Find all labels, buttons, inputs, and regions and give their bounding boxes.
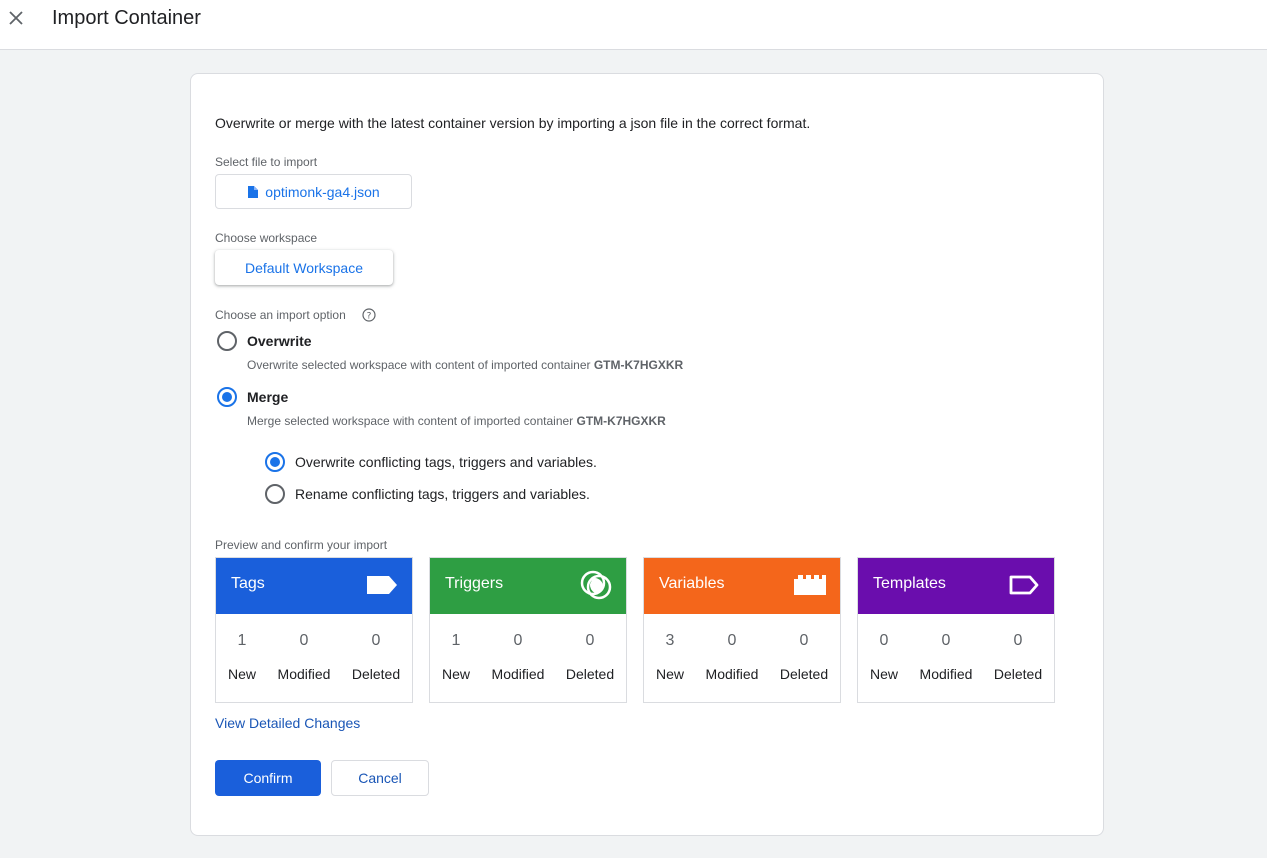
page-title: Import Container (52, 7, 201, 29)
variables-modified-count: 0 (727, 632, 737, 649)
rename-conflicts-radio[interactable] (265, 484, 285, 504)
merge-desc: Merge selected workspace with content of… (247, 414, 666, 428)
tags-modified-count: 0 (299, 632, 309, 649)
variable-block-icon (794, 575, 826, 595)
top-bar: Import Container (0, 0, 1267, 50)
cancel-button[interactable]: Cancel (331, 760, 429, 796)
file-icon (248, 185, 259, 198)
tags-card: Tags 1 0 0 New Modified Deleted (215, 557, 413, 703)
file-select-button[interactable]: optimonk-ga4.json (215, 174, 412, 209)
file-label: Select file to import (215, 155, 318, 169)
overwrite-conflicts-radio[interactable] (265, 452, 285, 472)
overwrite-desc: Overwrite selected workspace with conten… (247, 358, 683, 372)
variables-new-count: 3 (665, 632, 675, 649)
overwrite-desc-text: Overwrite selected workspace with conten… (247, 358, 591, 372)
variables-modified-label: Modified (705, 666, 759, 682)
triggers-deleted-count: 0 (585, 632, 595, 649)
tags-card-header: Tags (216, 558, 412, 614)
triggers-card: Triggers 1 0 0 New Modified Deleted (429, 557, 627, 703)
tags-card-title: Tags (231, 575, 265, 592)
merge-container-id: GTM-K7HGXKR (576, 414, 666, 428)
import-card: Overwrite or merge with the latest conta… (190, 73, 1104, 836)
templates-card-title: Templates (873, 575, 946, 592)
templates-modified-count: 0 (941, 632, 951, 649)
template-tag-icon (1009, 575, 1039, 595)
file-name: optimonk-ga4.json (265, 183, 380, 200)
variables-card-title: Variables (659, 575, 725, 592)
tags-new-count: 1 (237, 632, 247, 649)
preview-label: Preview and confirm your import (215, 538, 388, 552)
triggers-modified-count: 0 (513, 632, 523, 649)
templates-modified-label: Modified (919, 666, 973, 682)
rename-conflicts-label: Rename conflicting tags, triggers and va… (295, 486, 590, 502)
triggers-card-header: Triggers (430, 558, 626, 614)
workspace-value: Default Workspace (244, 259, 363, 276)
workspace-button[interactable]: Default Workspace (215, 250, 393, 285)
trigger-icon (580, 570, 612, 600)
import-option-label: Choose an import option (215, 308, 346, 322)
variables-deleted-count: 0 (799, 632, 809, 649)
tags-deleted-count: 0 (371, 632, 381, 649)
overwrite-container-id: GTM-K7HGXKR (593, 358, 684, 372)
workspace-label: Choose workspace (215, 231, 318, 245)
intro-text: Overwrite or merge with the latest conta… (215, 115, 811, 131)
view-detailed-changes-link[interactable]: View Detailed Changes (215, 715, 360, 731)
templates-deleted-count: 0 (1013, 632, 1023, 649)
help-icon[interactable]: ? (362, 308, 376, 322)
merge-desc-text: Merge selected workspace with content of… (247, 414, 574, 428)
tags-modified-label: Modified (277, 666, 331, 682)
variables-card-header: Variables (644, 558, 840, 614)
templates-deleted-label: Deleted (993, 666, 1043, 682)
triggers-card-title: Triggers (445, 575, 504, 592)
triggers-new-count: 1 (451, 632, 461, 649)
triggers-modified-label: Modified (491, 666, 545, 682)
merge-radio[interactable] (217, 387, 237, 407)
variables-deleted-label: Deleted (779, 666, 829, 682)
overwrite-radio[interactable] (217, 331, 237, 351)
merge-title: Merge (247, 389, 289, 405)
overwrite-conflicts-label: Overwrite conflicting tags, triggers and… (295, 454, 597, 470)
tags-deleted-label: Deleted (351, 666, 401, 682)
triggers-deleted-label: Deleted (565, 666, 615, 682)
templates-card-header: Templates (858, 558, 1054, 614)
templates-new-count: 0 (879, 632, 889, 649)
variables-card: Variables 3 0 0 New Modified Deleted (643, 557, 841, 703)
templates-card: Templates 0 0 0 New Modified Deleted (857, 557, 1055, 703)
svg-text:?: ? (367, 312, 372, 322)
close-icon[interactable] (6, 8, 26, 28)
overwrite-title: Overwrite (247, 333, 312, 349)
tag-icon (367, 576, 397, 594)
confirm-button[interactable]: Confirm (215, 760, 321, 796)
